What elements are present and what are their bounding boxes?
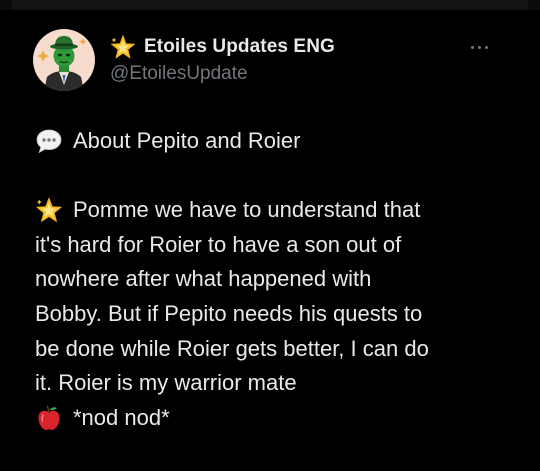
tweet-text-line: Bobby. But if Pepito needs his quests to: [35, 300, 423, 326]
avatar[interactable]: [33, 29, 95, 91]
tweet-text-line: it. Roier is my warrior mate: [35, 370, 297, 396]
tweet-signoff-line: *nod nod*: [35, 401, 505, 436]
tweet-line-5: be done while Roier gets better, I can d…: [35, 332, 505, 367]
avatar-image: [33, 29, 95, 91]
glowing-star-icon: [35, 196, 63, 224]
glowing-star-icon: [110, 34, 136, 60]
tweet-line-4: Bobby. But if Pepito needs his quests to: [35, 297, 505, 332]
tweet-line-1: Pomme we have to understand that: [35, 193, 505, 228]
more-options-button[interactable]: [464, 36, 494, 58]
tweet-card[interactable]: Etoiles Updates ENG @EtoilesUpdate About…: [0, 0, 540, 471]
tweet-signoff: *nod nod*: [73, 404, 170, 430]
tweet-text-line: it's hard for Roier to have a son out of: [35, 231, 402, 257]
display-name[interactable]: Etoiles Updates ENG: [144, 36, 335, 58]
tweet-text: About Pepito and Roier Pomme we have to …: [35, 124, 505, 435]
tweet-text-line: Pomme we have to understand that: [73, 197, 421, 223]
tweet-text-line: be done while Roier gets better, I can d…: [35, 335, 429, 361]
red-apple-icon: [35, 404, 63, 432]
tweet-line-3: nowhere after what happened with: [35, 262, 505, 297]
speech-bubble-icon: [35, 127, 63, 155]
tweet-heading-line: About Pepito and Roier: [35, 124, 505, 159]
tweet-line-2: it's hard for Roier to have a son out of: [35, 228, 505, 263]
tweet-heading: About Pepito and Roier: [73, 128, 301, 153]
more-icon: [470, 45, 488, 49]
tweet-line-6: it. Roier is my warrior mate: [35, 366, 505, 401]
tweet-text-line: nowhere after what happened with: [35, 266, 372, 292]
user-handle[interactable]: @EtoilesUpdate: [110, 63, 248, 85]
author-name-row[interactable]: Etoiles Updates ENG: [110, 34, 335, 60]
